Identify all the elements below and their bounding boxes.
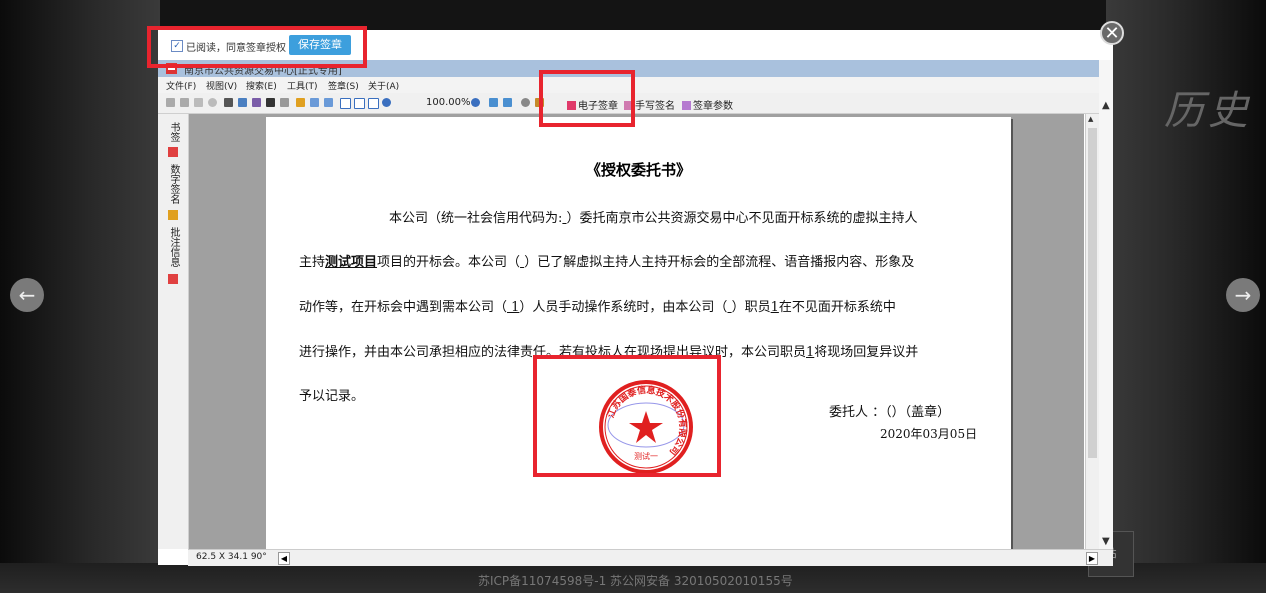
- params-icon: [682, 101, 691, 110]
- find-icon[interactable]: [266, 98, 275, 107]
- background-title-text: 历史: [1164, 88, 1252, 134]
- line4-text-c: 将现场回复异议并: [814, 345, 919, 360]
- snapshot-icon[interactable]: [324, 98, 333, 107]
- footer-license-text: 苏ICP备11074598号-1 苏公网安备 32010502010155号: [478, 574, 793, 588]
- outer-scroll-up-arrow[interactable]: ▲: [1102, 100, 1110, 111]
- document-viewer[interactable]: 《授权委托书》 本公司（统一社会信用代码为: ）委托南京市公共资源交易中心不见面…: [189, 114, 1084, 557]
- line2-text-c: 项目的开标会。本公司（: [377, 255, 521, 270]
- signing-dialog: ✓ 已阅读，同意签章授权 保存签章 南京市公共资源交易中心[正式专用] 文件(F…: [158, 30, 1113, 566]
- doc-line-2: 主持测试项目项目的开标会。本公司（ ）已了解虚拟主持人主持开标会的全部流程、语音…: [299, 251, 914, 270]
- project-name: 测试项目: [325, 255, 378, 270]
- line3-text-e: ）职员: [731, 300, 771, 315]
- select-tool-icon[interactable]: [310, 98, 319, 107]
- highlight-agree-save: [147, 26, 367, 68]
- line3-text-c: ）人员手动操作系统时，由本公司（: [519, 300, 728, 315]
- document-icon[interactable]: [238, 98, 247, 107]
- tab-annotations[interactable]: 批注信息: [166, 227, 181, 267]
- page-size-status: 62.5 X 34.1 90°: [196, 552, 267, 562]
- staff-count: 1: [507, 300, 520, 315]
- annotation-icon: [168, 274, 178, 284]
- document-page: 《授权委托书》 本公司（统一社会信用代码为: ）委托南京市公共资源交易中心不见面…: [266, 117, 1011, 557]
- single-page-icon[interactable]: [340, 98, 351, 109]
- status-bar: 62.5 X 34.1 90° ◀ ▶: [188, 549, 1113, 566]
- line2-text-e: ）已了解虚拟主持人主持开标会的全部流程、语音播报内容、形象及: [524, 255, 915, 270]
- side-panel: 书签 数字签名 批注信息: [158, 114, 189, 549]
- rotate-left-icon[interactable]: [489, 98, 498, 107]
- export-icon[interactable]: [252, 98, 261, 107]
- line3-text-g: 在不见面开标系统中: [778, 300, 896, 315]
- scroll-up-arrow[interactable]: ▲: [1088, 115, 1093, 123]
- tab-digital-signature[interactable]: 数字签名: [166, 164, 181, 204]
- seal-params-label: 签章参数: [693, 101, 733, 112]
- save-icon[interactable]: [180, 98, 189, 107]
- menu-file[interactable]: 文件(F): [166, 79, 196, 92]
- person-icon[interactable]: [280, 98, 289, 107]
- line3-text-a: 动作等，在开标会中遇到需本公司（: [299, 300, 508, 315]
- menu-tools[interactable]: 工具(T): [287, 79, 318, 92]
- menu-seal[interactable]: 签章(S): [328, 79, 359, 92]
- menu-search[interactable]: 搜索(E): [246, 79, 277, 92]
- close-icon[interactable]: ✕: [1100, 21, 1124, 45]
- signature-date: 2020年03月05日: [880, 427, 978, 441]
- highlight-electronic-seal: [539, 70, 635, 127]
- menu-about[interactable]: 关于(A): [368, 79, 399, 92]
- prev-arrow-icon[interactable]: ←: [10, 278, 44, 312]
- vertical-scrollbar[interactable]: ▲: [1085, 114, 1100, 549]
- staff-name: 1: [770, 300, 779, 315]
- seal-params-button[interactable]: 签章参数: [682, 97, 733, 112]
- fit-page-icon[interactable]: [354, 98, 365, 109]
- line2-text-a: 主持: [299, 255, 326, 270]
- zoom-in-icon[interactable]: [471, 98, 480, 107]
- line1-text-c: ）委托南京市公共资源交易中心不见面开标系统的虚拟主持人: [566, 211, 918, 226]
- document-title: 《授权委托书》: [585, 161, 691, 179]
- open-icon[interactable]: [166, 98, 175, 107]
- signature-icon: [168, 210, 178, 220]
- copy-icon[interactable]: [194, 98, 203, 107]
- tab-bookmarks[interactable]: 书签: [166, 122, 181, 142]
- fit-width-icon[interactable]: [368, 98, 379, 109]
- menu-view[interactable]: 视图(V): [206, 79, 237, 92]
- zoom-out-icon[interactable]: [382, 98, 391, 107]
- highlight-seal-stamp: [533, 355, 721, 477]
- next-arrow-icon[interactable]: →: [1226, 278, 1260, 312]
- print-icon[interactable]: [224, 98, 233, 107]
- doc-line-5: 予以记录。: [299, 389, 365, 404]
- line1-text-a: 本公司（统一社会信用代码为:: [389, 211, 563, 226]
- magnifier-icon[interactable]: [521, 98, 530, 107]
- signatory-line: 委托人 ：（）（盖章）: [829, 405, 951, 420]
- doc-line-3: 动作等，在开标会中遇到需本公司（ 1）人员手动操作系统时，由本公司（ ）职员1在…: [299, 296, 896, 315]
- handwritten-sign-label: 手写签名: [635, 101, 675, 112]
- stop-icon[interactable]: [208, 98, 217, 107]
- outer-scrollbar[interactable]: ▲ ▼: [1099, 60, 1113, 550]
- scroll-thumb[interactable]: [1088, 128, 1097, 458]
- rotate-right-icon[interactable]: [503, 98, 512, 107]
- doc-line-1: 本公司（统一社会信用代码为: ）委托南京市公共资源交易中心不见面开标系统的虚拟主…: [389, 207, 918, 226]
- hand-tool-icon[interactable]: [296, 98, 305, 107]
- scroll-right-arrow[interactable]: ▶: [1086, 552, 1098, 565]
- scroll-left-arrow[interactable]: ◀: [278, 552, 290, 565]
- zoom-level[interactable]: 100.00%: [426, 97, 471, 108]
- outer-scroll-down-arrow[interactable]: ▼: [1102, 536, 1110, 547]
- bookmark-icon: [168, 147, 178, 157]
